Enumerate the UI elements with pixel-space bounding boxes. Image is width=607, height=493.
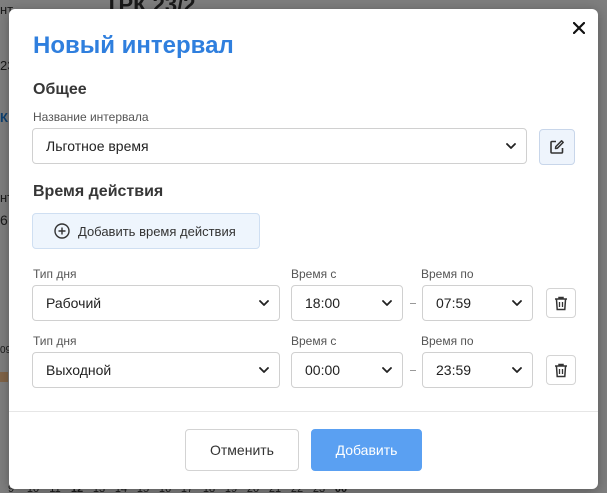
time-from-value: 00:00 xyxy=(305,362,341,378)
time-from-label: Время с xyxy=(291,267,337,281)
time-to-select[interactable]: 07:59 xyxy=(422,285,533,321)
cancel-button[interactable]: Отменить xyxy=(185,429,299,471)
plus-circle-icon xyxy=(54,223,70,239)
dialog-title: Новый интервал xyxy=(33,32,234,59)
day-type-label: Тип дня xyxy=(33,334,77,348)
add-validity-time-label: Добавить время действия xyxy=(78,223,236,239)
chevron-down-icon xyxy=(259,367,269,373)
time-to-value: 07:59 xyxy=(436,295,472,311)
new-interval-dialog: Новый интервал Общее Название интервала … xyxy=(9,9,598,489)
chevron-down-icon xyxy=(259,300,269,306)
chevron-down-icon xyxy=(506,143,516,149)
edit-interval-button[interactable] xyxy=(539,129,575,165)
section-title-general: Общее xyxy=(33,81,87,98)
close-button[interactable] xyxy=(570,19,588,37)
edit-icon xyxy=(550,140,564,154)
time-from-select[interactable]: 18:00 xyxy=(291,285,403,321)
section-title-validity: Время действия xyxy=(33,183,164,200)
day-type-label: Тип дня xyxy=(33,267,77,281)
delete-row-button[interactable] xyxy=(546,355,576,385)
add-button[interactable]: Добавить xyxy=(311,429,422,471)
interval-name-value: Льготное время xyxy=(46,138,149,154)
trash-icon xyxy=(555,363,567,377)
trash-icon xyxy=(555,296,567,310)
time-to-label: Время по xyxy=(421,267,474,281)
chevron-down-icon xyxy=(512,300,522,306)
chevron-down-icon xyxy=(382,300,392,306)
time-to-select[interactable]: 23:59 xyxy=(422,352,533,388)
time-to-label: Время по xyxy=(421,334,474,348)
time-from-label: Время с xyxy=(291,334,337,348)
interval-name-select[interactable]: Льготное время xyxy=(32,128,527,164)
time-range-separator xyxy=(410,303,416,304)
close-icon xyxy=(572,21,586,35)
day-type-value: Рабочий xyxy=(46,295,102,311)
day-type-select[interactable]: Рабочий xyxy=(32,285,280,321)
time-to-value: 23:59 xyxy=(436,362,472,378)
time-from-value: 18:00 xyxy=(305,295,341,311)
footer-divider xyxy=(9,411,598,412)
add-validity-time-button[interactable]: Добавить время действия xyxy=(32,213,260,249)
day-type-value: Выходной xyxy=(46,362,112,378)
chevron-down-icon xyxy=(512,367,522,373)
delete-row-button[interactable] xyxy=(546,288,576,318)
time-from-select[interactable]: 00:00 xyxy=(291,352,403,388)
time-range-separator xyxy=(410,370,416,371)
chevron-down-icon xyxy=(382,367,392,373)
interval-name-label: Название интервала xyxy=(33,110,149,124)
day-type-select[interactable]: Выходной xyxy=(32,352,280,388)
